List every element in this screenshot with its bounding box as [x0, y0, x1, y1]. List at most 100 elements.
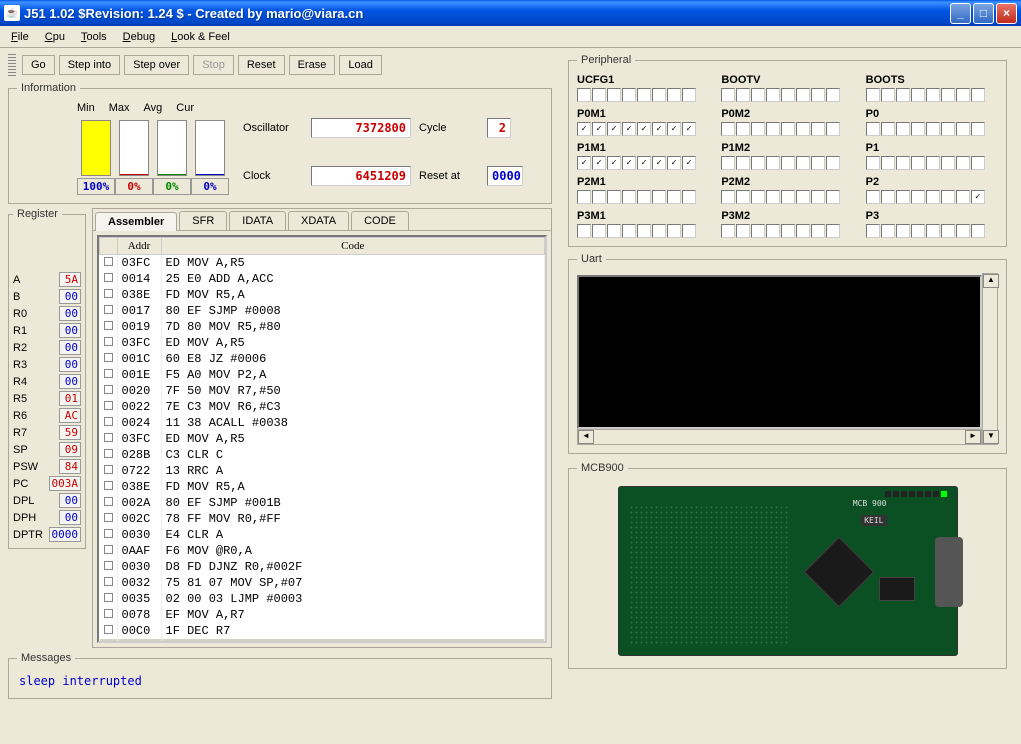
bit-checkbox[interactable]: [881, 224, 895, 238]
bit-checkbox[interactable]: [796, 224, 810, 238]
bit-checkbox[interactable]: [796, 190, 810, 204]
reset-button[interactable]: Reset: [238, 55, 285, 75]
register-value[interactable]: 00: [59, 357, 81, 372]
bit-checkbox[interactable]: [796, 88, 810, 102]
bit-checkbox[interactable]: [826, 190, 840, 204]
bit-checkbox[interactable]: [667, 122, 681, 136]
bit-checkbox[interactable]: [637, 88, 651, 102]
bit-checkbox[interactable]: [592, 122, 606, 136]
bit-checkbox[interactable]: [637, 190, 651, 204]
bit-checkbox[interactable]: [682, 88, 696, 102]
bit-checkbox[interactable]: [896, 224, 910, 238]
bit-checkbox[interactable]: [866, 224, 880, 238]
bit-checkbox[interactable]: [607, 156, 621, 170]
breakpoint-checkbox[interactable]: [100, 271, 118, 287]
bit-checkbox[interactable]: [751, 224, 765, 238]
register-value[interactable]: 00: [59, 493, 81, 508]
bit-checkbox[interactable]: [811, 224, 825, 238]
assembler-table-scroll[interactable]: Addr Code 03FCED MOV A,R5001425 E0 ADD A…: [97, 235, 547, 643]
asm-row[interactable]: 001EF5 A0 MOV P2,A: [100, 367, 545, 383]
bit-checkbox[interactable]: [911, 88, 925, 102]
tab-assembler[interactable]: Assembler: [95, 212, 177, 231]
register-value[interactable]: 0000: [49, 527, 82, 542]
asm-row[interactable]: 003A70 01 JNZ #003D: [100, 639, 545, 644]
bit-checkbox[interactable]: [682, 156, 696, 170]
asm-row[interactable]: 003275 81 07 MOV SP,#07: [100, 575, 545, 591]
bit-checkbox[interactable]: [911, 122, 925, 136]
bit-checkbox[interactable]: [622, 88, 636, 102]
bit-checkbox[interactable]: [637, 224, 651, 238]
tab-xdata[interactable]: XDATA: [288, 211, 349, 230]
bit-checkbox[interactable]: [721, 190, 735, 204]
breakpoint-checkbox[interactable]: [100, 623, 118, 639]
bit-checkbox[interactable]: [781, 122, 795, 136]
uart-scroll-vertical[interactable]: ▲ ▼: [982, 273, 998, 445]
register-value[interactable]: 00: [59, 323, 81, 338]
register-value[interactable]: 09: [59, 442, 81, 457]
bit-checkbox[interactable]: [971, 190, 985, 204]
bit-checkbox[interactable]: [622, 122, 636, 136]
close-button[interactable]: ×: [996, 3, 1017, 24]
bit-checkbox[interactable]: [607, 224, 621, 238]
register-value[interactable]: 01: [59, 391, 81, 406]
minimize-button[interactable]: _: [950, 3, 971, 24]
asm-row[interactable]: 03FCED MOV A,R5: [100, 255, 545, 271]
bit-checkbox[interactable]: [721, 122, 735, 136]
bit-checkbox[interactable]: [607, 122, 621, 136]
bit-checkbox[interactable]: [896, 88, 910, 102]
bit-checkbox[interactable]: [721, 88, 735, 102]
maximize-button[interactable]: □: [973, 3, 994, 24]
bit-checkbox[interactable]: [826, 88, 840, 102]
bit-checkbox[interactable]: [577, 156, 591, 170]
bit-checkbox[interactable]: [751, 88, 765, 102]
breakpoint-checkbox[interactable]: [100, 479, 118, 495]
asm-row[interactable]: 038EFD MOV R5,A: [100, 479, 545, 495]
bit-checkbox[interactable]: [796, 156, 810, 170]
register-value[interactable]: 003A: [49, 476, 82, 491]
breakpoint-checkbox[interactable]: [100, 559, 118, 575]
bit-checkbox[interactable]: [781, 190, 795, 204]
bit-checkbox[interactable]: [736, 88, 750, 102]
bit-checkbox[interactable]: [682, 224, 696, 238]
oscillator-value[interactable]: 7372800: [311, 118, 411, 138]
asm-row[interactable]: 00227E C3 MOV R6,#C3: [100, 399, 545, 415]
bit-checkbox[interactable]: [766, 190, 780, 204]
bit-checkbox[interactable]: [941, 224, 955, 238]
bit-checkbox[interactable]: [826, 224, 840, 238]
breakpoint-checkbox[interactable]: [100, 527, 118, 543]
cycle-value[interactable]: 2: [487, 118, 511, 138]
menu-file[interactable]: File: [4, 29, 36, 45]
bit-checkbox[interactable]: [652, 156, 666, 170]
bit-checkbox[interactable]: [592, 156, 606, 170]
bit-checkbox[interactable]: [592, 190, 606, 204]
go-button[interactable]: Go: [22, 55, 55, 75]
bit-checkbox[interactable]: [911, 156, 925, 170]
bit-checkbox[interactable]: [736, 224, 750, 238]
breakpoint-checkbox[interactable]: [100, 335, 118, 351]
bit-checkbox[interactable]: [592, 88, 606, 102]
bit-checkbox[interactable]: [971, 224, 985, 238]
bit-checkbox[interactable]: [766, 156, 780, 170]
bit-checkbox[interactable]: [736, 156, 750, 170]
register-value[interactable]: 00: [59, 340, 81, 355]
bit-checkbox[interactable]: [826, 122, 840, 136]
asm-row[interactable]: 001425 E0 ADD A,ACC: [100, 271, 545, 287]
breakpoint-checkbox[interactable]: [100, 431, 118, 447]
bit-checkbox[interactable]: [926, 224, 940, 238]
tab-sfr[interactable]: SFR: [179, 211, 227, 230]
bit-checkbox[interactable]: [971, 88, 985, 102]
bit-checkbox[interactable]: [592, 224, 606, 238]
asm-row[interactable]: 001C60 E8 JZ #0006: [100, 351, 545, 367]
menu-debug[interactable]: Debug: [116, 29, 162, 45]
step-into-button[interactable]: Step into: [59, 55, 120, 75]
asm-row[interactable]: 002C78 FF MOV R0,#FF: [100, 511, 545, 527]
asm-row[interactable]: 0030D8 FD DJNZ R0,#002F: [100, 559, 545, 575]
bit-checkbox[interactable]: [926, 88, 940, 102]
bit-checkbox[interactable]: [956, 190, 970, 204]
breakpoint-checkbox[interactable]: [100, 367, 118, 383]
bit-checkbox[interactable]: [781, 156, 795, 170]
register-value[interactable]: 84: [59, 459, 81, 474]
bit-checkbox[interactable]: [866, 156, 880, 170]
register-value[interactable]: 00: [59, 306, 81, 321]
asm-row[interactable]: 0078EF MOV A,R7: [100, 607, 545, 623]
